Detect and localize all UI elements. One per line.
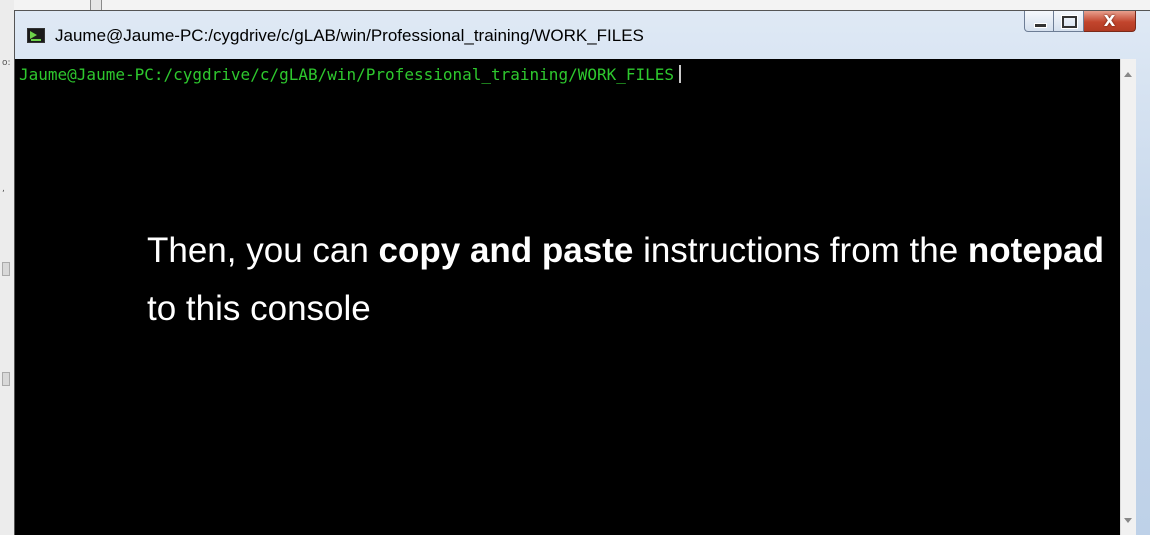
overlay-text: to this console <box>147 289 371 328</box>
terminal-console[interactable]: Jaume@Jaume-PC:/cygdrive/c/gLAB/win/Prof… <box>15 59 1120 535</box>
close-icon: X <box>1103 12 1116 30</box>
minimize-button[interactable] <box>1024 11 1054 32</box>
overlay-text: instructions from the <box>633 231 968 270</box>
background-scroll-notch <box>2 262 10 276</box>
text-cursor <box>679 65 682 83</box>
vertical-scrollbar[interactable] <box>1120 59 1136 535</box>
scroll-up-arrow-icon[interactable] <box>1124 72 1132 77</box>
scroll-down-arrow-icon[interactable] <box>1124 518 1132 523</box>
window-controls: X <box>1024 11 1136 33</box>
background-text-fragment: o: <box>2 58 11 68</box>
prompt-text: Jaume@Jaume-PC:/cygdrive/c/gLAB/win/Prof… <box>19 65 675 84</box>
title-bar[interactable]: Jaume@Jaume-PC:/cygdrive/c/gLAB/win/Prof… <box>15 11 1150 59</box>
window-title: Jaume@Jaume-PC:/cygdrive/c/gLAB/win/Prof… <box>55 26 644 45</box>
overlay-text: Then, you can <box>147 231 379 270</box>
terminal-icon[interactable] <box>27 28 45 43</box>
overlay-bold-text: notepad <box>967 231 1105 270</box>
instruction-overlay: Then, you can copy and paste instruction… <box>147 222 1107 338</box>
minimize-icon <box>1034 23 1047 28</box>
maximize-button[interactable] <box>1054 11 1084 32</box>
maximize-icon <box>1062 16 1077 28</box>
background-text-fragment: , <box>2 184 5 194</box>
close-button[interactable]: X <box>1084 11 1136 32</box>
shell-prompt: Jaume@Jaume-PC:/cygdrive/c/gLAB/win/Prof… <box>19 65 682 84</box>
background-window-edge: o: , <box>0 0 14 535</box>
overlay-bold-text: copy and paste <box>378 231 634 270</box>
background-scroll-notch <box>2 372 10 386</box>
